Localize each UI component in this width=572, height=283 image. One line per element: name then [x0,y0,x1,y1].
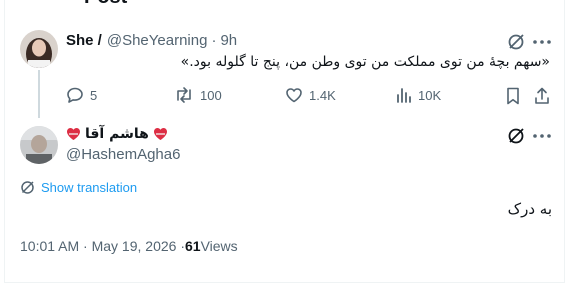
page-title: Post [84,0,127,9]
reply-post-text: به درک [507,200,552,218]
repost-icon [177,87,191,103]
grok-icon[interactable] [505,126,527,146]
separator: · [211,32,217,49]
reply-count: 5 [90,87,98,103]
reply-icon [67,87,83,103]
heart-emoji-icon [66,127,81,141]
reply-button[interactable]: 5 [66,86,97,104]
reply-display-name: هاشم آقا [85,126,149,142]
more-icon[interactable] [531,32,553,52]
translate-icon [21,181,34,194]
parent-display-name[interactable]: She / [66,32,102,49]
views-icon [397,88,411,103]
parent-avatar[interactable] [20,30,58,68]
bookmark-icon[interactable] [504,87,522,105]
post-meta: 10:01 AM · May 19, 2026 · 61 Views [20,238,238,254]
parent-post-text: «سهم بچهٔ من توی مملکت من توی وطن من، پن… [180,54,550,70]
views-button[interactable]: 10K [396,86,441,104]
like-icon [286,88,302,103]
post-timestamp[interactable]: 10:01 AM · May 19, 2026 · [20,238,185,254]
repost-button[interactable]: 100 [174,86,222,104]
thread-line [38,70,40,118]
reply-avatar[interactable] [20,126,58,164]
views-label: Views [200,238,238,254]
views-count: 61 [184,238,201,254]
reply-handle[interactable]: @HashemAgha6 [66,146,180,163]
show-translation-label: Show translation [41,180,138,195]
parent-post-header: She / @SheYearning · 9h [66,32,237,49]
more-icon[interactable] [531,126,553,146]
like-button[interactable]: 1.4K [285,86,336,104]
page-border-left [4,0,5,283]
heart-emoji-icon [153,127,168,141]
repost-count: 100 [200,87,222,103]
share-icon[interactable] [533,87,551,105]
like-count: 1.4K [309,87,336,103]
parent-time[interactable]: 9h [220,32,237,49]
view-count: 10K [418,87,442,103]
grok-icon[interactable] [505,32,527,52]
page-border-right [564,0,565,283]
show-translation-link[interactable]: Show translation [20,180,137,195]
parent-handle[interactable]: @SheYearning [107,32,208,49]
reply-name-row[interactable]: هاشم آقا [66,126,168,142]
